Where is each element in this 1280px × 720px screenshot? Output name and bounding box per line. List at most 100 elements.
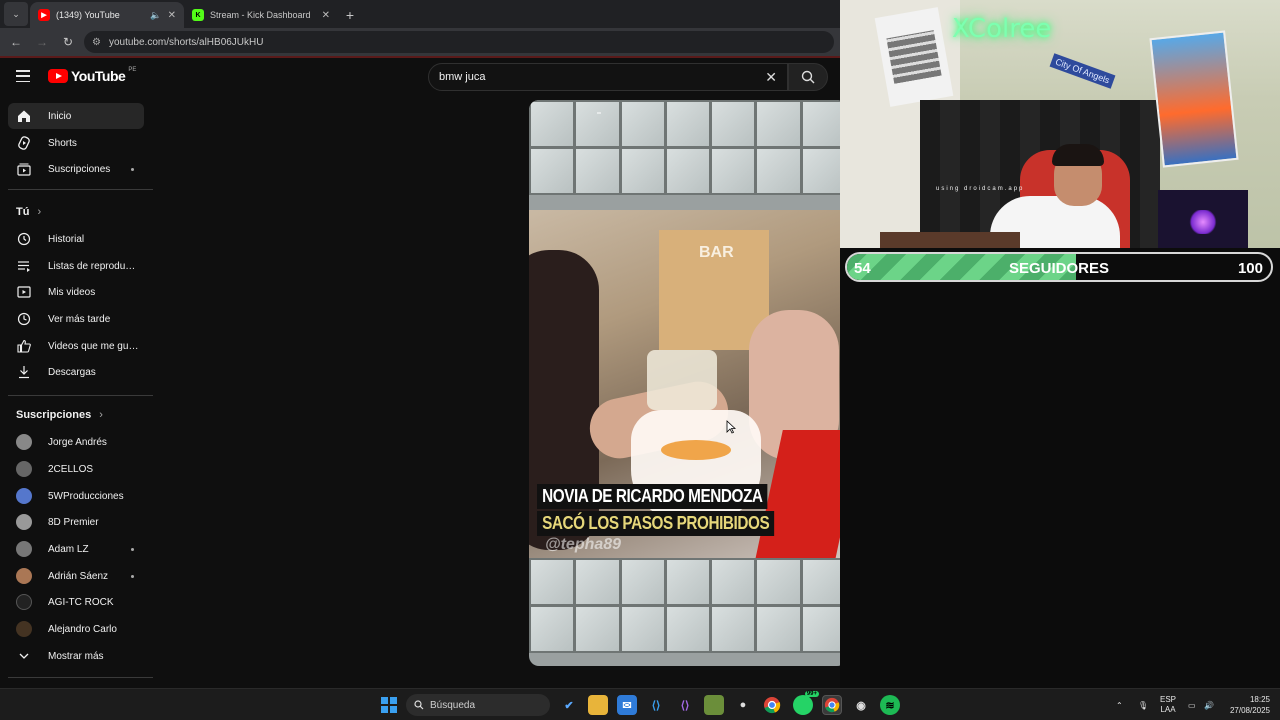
show-hidden-icons[interactable]: ⌃ (1116, 689, 1123, 720)
clear-search-icon[interactable]: ✕ (765, 69, 777, 86)
volume-icon[interactable]: 🔊 (1204, 689, 1214, 720)
download-icon (16, 364, 32, 380)
video-caption-line-1: NOVIA DE RICARDO MENDOZA (537, 484, 768, 509)
screen: ⌄ ▶ (1349) YouTube 🔈 ✕ K Stream - Kick D… (0, 0, 1280, 720)
chrome-icon[interactable] (762, 695, 782, 715)
visual-studio-icon[interactable]: ⟨⟩ (675, 695, 695, 715)
speaker-icon[interactable]: 🔈 (150, 10, 161, 21)
chevron-down-icon (16, 648, 32, 664)
sidebar-item-label: Mis videos (48, 286, 96, 298)
sidebar-item-label: Listas de reproducc... (48, 260, 140, 272)
url-field[interactable]: ⚙ youtube.com/shorts/alHB06JUkHU (84, 31, 834, 53)
youtube-logo[interactable]: YouTube PE (48, 67, 137, 84)
subscriptions-heading-label: Suscripciones (16, 409, 92, 421)
todo-icon[interactable]: ✔ (559, 695, 579, 715)
subscription-channel[interactable]: Jorge Andrés (8, 429, 144, 455)
search-button[interactable] (788, 63, 828, 91)
windows-taskbar: Búsqueda ✔ ✉ ⟨⟩ ⟨⟩ ● 99+ ◉ ≋ ⌃ 🎙 ESP LAA… (0, 688, 1280, 720)
sidebar-item-inicio[interactable]: Inicio (8, 103, 144, 129)
shorts-video-player[interactable]: BAR NOVIA DE RICARDO MENDOZA SACÓ LOS PA… (529, 100, 847, 666)
menu-icon[interactable] (16, 70, 30, 82)
my-videos-icon (16, 284, 32, 300)
subscription-channel[interactable]: AGI-TC ROCK (8, 589, 144, 615)
subscription-channel[interactable]: Adam LZ (8, 536, 144, 562)
tab-search-button[interactable]: ⌄ (4, 2, 28, 26)
sidebar-item-videos-que-me-gustan[interactable]: Videos que me gus... (8, 333, 144, 359)
sidebar-item-shorts[interactable]: Shorts (8, 130, 144, 156)
reload-icon[interactable]: ↻ (58, 32, 78, 52)
vscode-icon[interactable]: ⟨⟩ (646, 695, 666, 715)
avatar (16, 514, 32, 530)
sidebar-item-ver-mas-tarde[interactable]: Ver más tarde (8, 306, 144, 332)
sidebar-item-label: Shorts (48, 137, 77, 149)
sidebar-item-suscripciones[interactable]: Suscripciones (8, 156, 144, 182)
avatar (16, 541, 32, 557)
tile-wall-bottom (529, 558, 847, 653)
subscription-channel[interactable]: 8D Premier (8, 509, 144, 535)
webcam-feed: XColree City Of Angels using droidcam.ap… (840, 0, 1280, 248)
github-icon[interactable]: ● (733, 695, 753, 715)
cup-shape (647, 350, 717, 410)
clock-time: 18:25 (1249, 695, 1270, 704)
subscription-channel[interactable]: 2CELLOS (8, 456, 144, 482)
display-icon[interactable]: ▭ (1188, 689, 1196, 720)
followers-goal-bar: SEGUIDORES 54 100 (845, 252, 1273, 282)
channel-name: 8D Premier (48, 516, 99, 528)
mail-icon[interactable]: ✉ (617, 695, 637, 715)
tab-youtube[interactable]: ▶ (1349) YouTube 🔈 ✕ (30, 2, 184, 28)
subscription-channel[interactable]: 5WProducciones (8, 483, 144, 509)
system-clock[interactable]: 18:25 27/08/2025 (1226, 689, 1270, 720)
minecraft-icon[interactable] (704, 695, 724, 715)
country-code: PE (128, 67, 137, 73)
sidebar-item-listas[interactable]: Listas de reproducc... (8, 253, 144, 279)
watch-later-icon (16, 311, 32, 327)
sidebar-item-historial[interactable]: Historial (8, 226, 144, 252)
sidebar-divider (8, 677, 153, 678)
avatar (16, 594, 32, 610)
like-icon (16, 338, 32, 354)
search-input[interactable]: bmw juca ✕ (428, 63, 788, 91)
whatsapp-icon[interactable]: 99+ (793, 691, 819, 715)
logo-text: YouTube (71, 68, 126, 84)
subscriptions-section-heading[interactable]: Suscripciones › (16, 409, 103, 421)
subscription-channel[interactable]: Adrián Sáenz (8, 563, 144, 589)
chrome-active-icon[interactable] (822, 695, 842, 715)
avatar (16, 568, 32, 584)
followers-label: SEGUIDORES (1008, 260, 1110, 277)
youtube-play-icon (48, 69, 68, 83)
obs-icon[interactable]: ◉ (851, 695, 871, 715)
url-text: youtube.com/shorts/alHB06JUkHU (108, 36, 264, 48)
sidebar-item-label: Historial (48, 233, 85, 245)
sidebar-item-descargas[interactable]: Descargas (8, 359, 144, 385)
browser-tab-bar: ⌄ ▶ (1349) YouTube 🔈 ✕ K Stream - Kick D… (0, 0, 840, 28)
sidebar-item-mis-videos[interactable]: Mis videos (8, 279, 144, 305)
history-icon (16, 231, 32, 247)
sidebar-item-label: Suscripciones (48, 163, 111, 175)
you-section-heading[interactable]: Tú › (16, 206, 41, 218)
new-tab-button[interactable]: + (338, 2, 362, 28)
new-content-dot (131, 574, 134, 578)
channel-name: AGI-TC ROCK (48, 596, 114, 608)
you-heading-label: Tú (16, 206, 30, 218)
subscription-channel[interactable]: Alejandro Carlo (8, 616, 144, 642)
desk (880, 232, 1020, 248)
site-info-icon[interactable]: ⚙ (92, 37, 101, 48)
close-tab-icon[interactable]: ✕ (168, 10, 176, 21)
tile-wall-top (529, 100, 847, 195)
neon-sign: XColree (952, 14, 1052, 44)
sidebar-divider (8, 189, 153, 190)
microphone-icon[interactable]: 🎙 (1138, 689, 1148, 720)
channel-name: Jorge Andrés (48, 436, 107, 448)
close-tab-icon[interactable]: ✕ (322, 10, 330, 21)
spotify-icon[interactable]: ≋ (880, 695, 900, 715)
show-more-button[interactable]: Mostrar más (8, 643, 144, 669)
new-content-dot (131, 547, 134, 551)
tab-kick[interactable]: K Stream - Kick Dashboard ✕ (184, 2, 338, 28)
language-indicator[interactable]: ESP LAA (1160, 689, 1176, 720)
taskbar-search[interactable]: Búsqueda (406, 694, 550, 716)
file-explorer-icon[interactable] (588, 695, 608, 715)
back-arrow-icon[interactable]: ← (6, 32, 26, 52)
windows-start-icon[interactable] (381, 697, 397, 713)
video-caption-line-2: SACÓ LOS PASOS PROHIBIDOS (537, 511, 775, 536)
forward-arrow-icon[interactable]: → (32, 32, 52, 52)
